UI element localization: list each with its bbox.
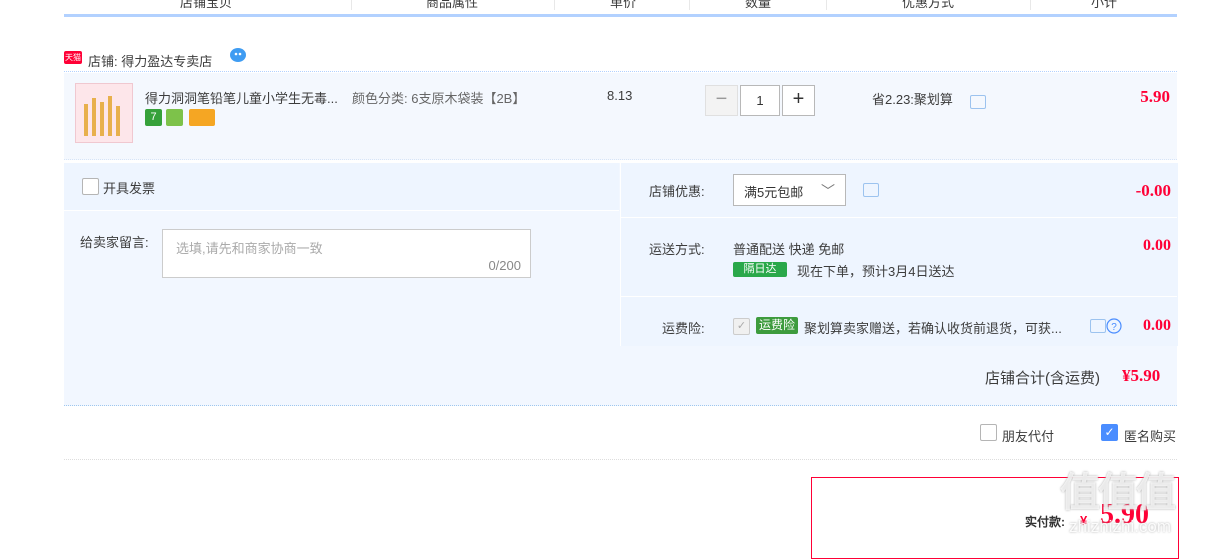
item-subtotal: 5.90 <box>1140 87 1170 106</box>
product-thumbnail[interactable] <box>75 83 133 143</box>
discount-comment-icon[interactable] <box>970 95 986 109</box>
row-divider <box>620 217 1177 218</box>
col-shop-item: 店铺宝贝 <box>180 0 233 10</box>
wangwang-chat-icon[interactable] <box>229 47 247 63</box>
shop-promo-value: 满5元包邮 <box>744 185 804 200</box>
shop-total-amount: ¥5.90 <box>1122 366 1161 385</box>
col-separator <box>689 0 690 10</box>
shop-total-label: 店铺合计(含运费) <box>985 370 1100 387</box>
unit-price: 8.13 <box>607 88 633 103</box>
credit-card-icon[interactable] <box>189 109 215 126</box>
message-label: 给卖家留言: <box>80 235 149 250</box>
shop-promo-label: 店铺优惠: <box>649 184 705 199</box>
chevron-down-icon: ﹀ <box>821 183 835 199</box>
product-title-link[interactable]: 得力洞洞笔铅笔儿童小学生无毒... <box>145 88 338 107</box>
insurance-label: 运费险: <box>662 321 705 336</box>
message-placeholder: 选填,请先和商家协商一致 <box>176 241 323 256</box>
anonymous-checkbox[interactable]: ✓ <box>1101 424 1118 441</box>
col-qty: 数量 <box>745 0 772 10</box>
invoice-checkbox[interactable] <box>82 178 99 195</box>
pay-label: 实付款: <box>1025 515 1065 529</box>
watermark-url: zhizhizhi.com <box>1069 517 1172 536</box>
insurance-desc: 聚划算卖家赠送，若确认收货前退货，可获... <box>804 321 1062 336</box>
order-item-row <box>64 73 1177 160</box>
quality-guarantee-icon[interactable] <box>166 109 183 126</box>
shop-promo-amount: -0.00 <box>1135 181 1171 200</box>
row-divider <box>620 296 1177 297</box>
invoice-label: 开具发票 <box>103 181 156 196</box>
insurance-amount: 0.00 <box>1143 317 1171 334</box>
col-price: 单价 <box>610 0 637 10</box>
qty-plus-button[interactable]: + <box>782 85 815 116</box>
shipping-label: 运送方式: <box>649 242 705 257</box>
tmall-badge: 天猫 <box>64 51 82 64</box>
friend-pay-checkbox[interactable] <box>980 424 997 441</box>
pencil-graphic <box>84 104 88 136</box>
shop-promo-select[interactable]: 满5元包邮 ﹀ <box>733 174 846 206</box>
next-day-badge: 隔日达 <box>733 262 787 277</box>
promo-comment-icon[interactable] <box>863 183 879 197</box>
col-separator <box>351 0 352 10</box>
pencil-graphic <box>108 96 112 136</box>
col-separator <box>1030 0 1031 10</box>
col-discount: 优惠方式 <box>902 0 955 10</box>
insurance-checkbox[interactable]: ✓ <box>733 318 750 335</box>
anonymous-label: 匿名购买 <box>1124 429 1177 444</box>
qty-minus-button[interactable]: − <box>705 85 738 116</box>
col-subtotal: 小计 <box>1091 0 1118 10</box>
product-attribute: 颜色分类: 6支原木袋装【2B】 <box>352 91 526 106</box>
insurance-comment-icon[interactable] <box>1090 319 1106 333</box>
svg-text:?: ? <box>1111 322 1117 333</box>
shop-name-link[interactable]: 店铺: 得力盈达专卖店 <box>88 51 212 70</box>
shipping-method: 普通配送 快递 免邮 <box>733 242 845 257</box>
order-table-header: 店铺宝贝 商品属性 单价 数量 优惠方式 小计 <box>64 0 1177 17</box>
section-divider <box>64 459 1177 460</box>
message-char-count: 0/200 <box>488 258 521 273</box>
help-icon[interactable]: ? <box>1106 318 1122 334</box>
col-attr: 商品属性 <box>426 0 479 10</box>
pencil-graphic <box>100 102 104 136</box>
col-separator <box>826 0 827 10</box>
pencil-graphic <box>92 98 96 136</box>
discount-info: 省2.23:聚划算 <box>872 92 953 107</box>
seven-day-return-icon[interactable]: 7 <box>145 109 162 126</box>
qty-input[interactable]: 1 <box>740 85 780 116</box>
seller-message-textarea[interactable]: 选填,请先和商家协商一致 0/200 <box>162 229 531 278</box>
shipping-eta: 现在下单，预计3月4日送达 <box>797 264 955 279</box>
insurance-badge: 运费险 <box>756 317 798 334</box>
shop-divider <box>64 71 1177 72</box>
watermark-logo: 值值值 <box>1060 471 1176 515</box>
col-separator <box>554 0 555 10</box>
friend-pay-label: 朋友代付 <box>1002 429 1055 444</box>
shipping-amount: 0.00 <box>1143 237 1171 254</box>
pencil-graphic <box>116 106 120 136</box>
